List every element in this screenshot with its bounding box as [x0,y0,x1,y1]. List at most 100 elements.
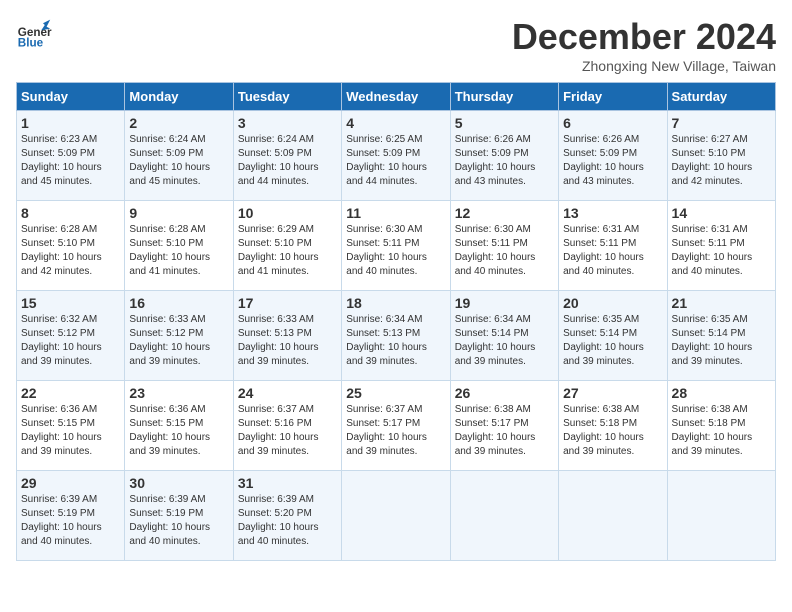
calendar-cell: 31 Sunrise: 6:39 AMSunset: 5:20 PMDayligh… [233,471,341,561]
calendar-cell: 15 Sunrise: 6:32 AMSunset: 5:12 PMDayligh… [17,291,125,381]
cell-content: Sunrise: 6:26 AMSunset: 5:09 PMDaylight:… [455,133,554,189]
calendar-cell: 23Sunrise: 6:36 AMSunset: 5:15 PMDayligh… [125,381,233,471]
cell-content: Sunrise: 6:36 AMSunset: 5:15 PMDaylight:… [21,403,120,459]
calendar-cell: 14Sunrise: 6:31 AMSunset: 5:11 PMDayligh… [667,201,775,291]
calendar-cell: 6 Sunrise: 6:26 AMSunset: 5:09 PMDaylight… [559,111,667,201]
cell-content: Sunrise: 6:24 AMSunset: 5:09 PMDaylight:… [129,133,228,189]
logo: General Blue [16,16,52,52]
day-number: 7 [672,115,771,131]
cell-content: Sunrise: 6:27 AMSunset: 5:10 PMDaylight:… [672,133,771,189]
week-row: 8 Sunrise: 6:28 AMSunset: 5:10 PMDaylight… [17,201,776,291]
cell-content: Sunrise: 6:31 AMSunset: 5:11 PMDaylight:… [563,223,662,279]
day-number: 15 [21,295,120,311]
week-row: 15 Sunrise: 6:32 AMSunset: 5:12 PMDayligh… [17,291,776,381]
cell-content: Sunrise: 6:28 AMSunset: 5:10 PMDaylight:… [21,223,120,279]
day-number: 5 [455,115,554,131]
header-sunday: Sunday [17,83,125,111]
day-number: 9 [129,205,228,221]
day-number: 31 [238,475,337,491]
cell-content: Sunrise: 6:29 AMSunset: 5:10 PMDaylight:… [238,223,337,279]
location: Zhongxing New Village, Taiwan [512,58,776,74]
day-number: 29 [21,475,120,491]
day-number: 25 [346,385,445,401]
month-title: December 2024 [512,16,776,58]
calendar-cell: 18 Sunrise: 6:34 AMSunset: 5:13 PMDayligh… [342,291,450,381]
cell-content: Sunrise: 6:38 AMSunset: 5:18 PMDaylight:… [672,403,771,459]
calendar-cell: 21 Sunrise: 6:35 AMSunset: 5:14 PMDayligh… [667,291,775,381]
calendar-cell: 11Sunrise: 6:30 AMSunset: 5:11 PMDayligh… [342,201,450,291]
calendar-cell: 19Sunrise: 6:34 AMSunset: 5:14 PMDayligh… [450,291,558,381]
cell-content: Sunrise: 6:35 AMSunset: 5:14 PMDaylight:… [672,313,771,369]
calendar-cell: 30Sunrise: 6:39 AMSunset: 5:19 PMDayligh… [125,471,233,561]
calendar-cell [667,471,775,561]
week-row: 1 Sunrise: 6:23 AMSunset: 5:09 PMDaylight… [17,111,776,201]
day-number: 6 [563,115,662,131]
day-number: 8 [21,205,120,221]
day-number: 13 [563,205,662,221]
header-tuesday: Tuesday [233,83,341,111]
day-number: 17 [238,295,337,311]
calendar-cell: 16 Sunrise: 6:33 AMSunset: 5:12 PMDayligh… [125,291,233,381]
calendar-cell: 29 Sunrise: 6:39 AMSunset: 5:19 PMDayligh… [17,471,125,561]
cell-content: Sunrise: 6:35 AMSunset: 5:14 PMDaylight:… [563,313,662,369]
header-monday: Monday [125,83,233,111]
calendar-cell: 17 Sunrise: 6:33 AMSunset: 5:13 PMDayligh… [233,291,341,381]
day-number: 27 [563,385,662,401]
calendar-cell: 4Sunrise: 6:25 AMSunset: 5:09 PMDaylight… [342,111,450,201]
day-number: 22 [21,385,120,401]
day-number: 26 [455,385,554,401]
calendar-cell: 3 Sunrise: 6:24 AMSunset: 5:09 PMDaylight… [233,111,341,201]
calendar-cell [342,471,450,561]
day-number: 20 [563,295,662,311]
day-number: 2 [129,115,228,131]
cell-content: Sunrise: 6:24 AMSunset: 5:09 PMDaylight:… [238,133,337,189]
cell-content: Sunrise: 6:38 AMSunset: 5:17 PMDaylight:… [455,403,554,459]
title-block: December 2024 Zhongxing New Village, Tai… [512,16,776,74]
page-header: General Blue December 2024 Zhongxing New… [16,16,776,74]
cell-content: Sunrise: 6:39 AMSunset: 5:19 PMDaylight:… [21,493,120,549]
calendar-cell: 9 Sunrise: 6:28 AMSunset: 5:10 PMDaylight… [125,201,233,291]
day-number: 1 [21,115,120,131]
day-number: 14 [672,205,771,221]
cell-content: Sunrise: 6:33 AMSunset: 5:13 PMDaylight:… [238,313,337,369]
day-number: 21 [672,295,771,311]
day-number: 28 [672,385,771,401]
calendar-cell: 7 Sunrise: 6:27 AMSunset: 5:10 PMDaylight… [667,111,775,201]
week-row: 29 Sunrise: 6:39 AMSunset: 5:19 PMDayligh… [17,471,776,561]
calendar-cell: 2 Sunrise: 6:24 AMSunset: 5:09 PMDaylight… [125,111,233,201]
calendar-cell: 5 Sunrise: 6:26 AMSunset: 5:09 PMDaylight… [450,111,558,201]
cell-content: Sunrise: 6:23 AMSunset: 5:09 PMDaylight:… [21,133,120,189]
header-thursday: Thursday [450,83,558,111]
cell-content: Sunrise: 6:39 AMSunset: 5:20 PMDaylight:… [238,493,337,549]
calendar-cell: 24Sunrise: 6:37 AMSunset: 5:16 PMDayligh… [233,381,341,471]
calendar-cell: 10Sunrise: 6:29 AMSunset: 5:10 PMDayligh… [233,201,341,291]
week-row: 22 Sunrise: 6:36 AMSunset: 5:15 PMDayligh… [17,381,776,471]
cell-content: Sunrise: 6:28 AMSunset: 5:10 PMDaylight:… [129,223,228,279]
day-number: 16 [129,295,228,311]
day-number: 4 [346,115,445,131]
day-number: 12 [455,205,554,221]
calendar-cell: 28 Sunrise: 6:38 AMSunset: 5:18 PMDayligh… [667,381,775,471]
day-number: 3 [238,115,337,131]
header-saturday: Saturday [667,83,775,111]
cell-content: Sunrise: 6:38 AMSunset: 5:18 PMDaylight:… [563,403,662,459]
cell-content: Sunrise: 6:33 AMSunset: 5:12 PMDaylight:… [129,313,228,369]
day-number: 18 [346,295,445,311]
calendar-cell: 26 Sunrise: 6:38 AMSunset: 5:17 PMDayligh… [450,381,558,471]
svg-text:Blue: Blue [18,37,44,50]
calendar-table: SundayMondayTuesdayWednesdayThursdayFrid… [16,82,776,561]
logo-bird-icon: General Blue [16,16,52,52]
day-number: 23 [129,385,228,401]
calendar-cell: 25Sunrise: 6:37 AMSunset: 5:17 PMDayligh… [342,381,450,471]
header-friday: Friday [559,83,667,111]
day-number: 30 [129,475,228,491]
calendar-cell: 27 Sunrise: 6:38 AMSunset: 5:18 PMDayligh… [559,381,667,471]
calendar-cell: 12Sunrise: 6:30 AMSunset: 5:11 PMDayligh… [450,201,558,291]
cell-content: Sunrise: 6:26 AMSunset: 5:09 PMDaylight:… [563,133,662,189]
cell-content: Sunrise: 6:32 AMSunset: 5:12 PMDaylight:… [21,313,120,369]
day-number: 24 [238,385,337,401]
cell-content: Sunrise: 6:34 AMSunset: 5:13 PMDaylight:… [346,313,445,369]
calendar-cell: 13 Sunrise: 6:31 AMSunset: 5:11 PMDayligh… [559,201,667,291]
day-number: 11 [346,205,445,221]
day-number: 19 [455,295,554,311]
